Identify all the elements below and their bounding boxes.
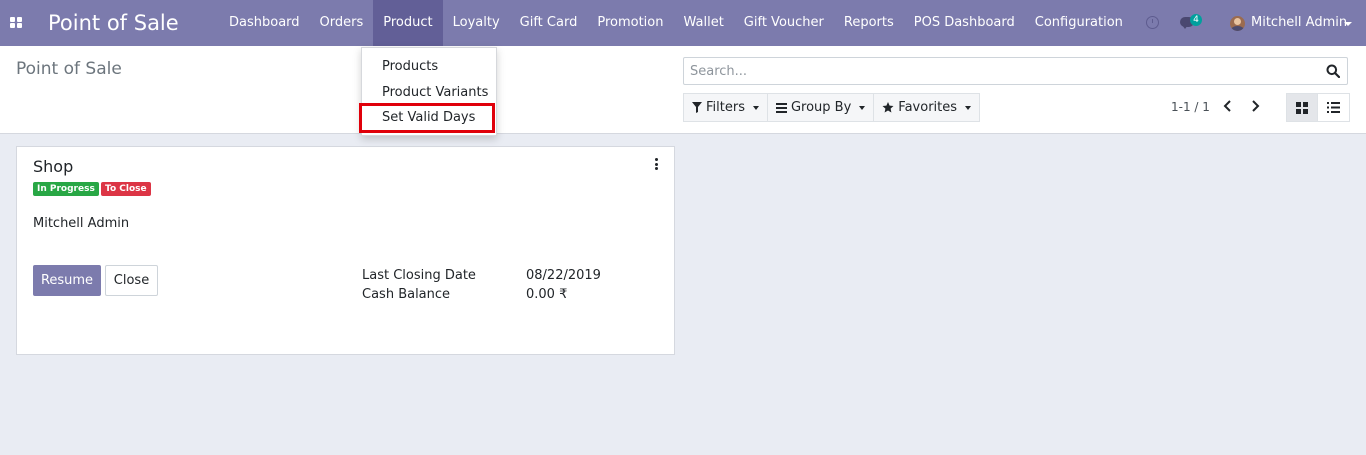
close-button[interactable]: Close: [105, 265, 158, 296]
caret-down-icon: [859, 105, 866, 110]
filters-button[interactable]: Filters: [683, 93, 768, 122]
clock-icon[interactable]: [1146, 16, 1159, 29]
menu-reports[interactable]: Reports: [834, 0, 904, 46]
breadcrumb: Point of Sale: [16, 59, 122, 79]
menu-promotion[interactable]: Promotion: [587, 0, 673, 46]
pager-value[interactable]: 1-1 / 1: [1171, 100, 1210, 114]
menu-item-product-variants[interactable]: Product Variants: [382, 85, 488, 100]
caret-down-icon: [752, 105, 759, 110]
pos-config-card: Shop In Progress To Close Mitchell Admin…: [16, 146, 675, 355]
chevron-left-icon[interactable]: [1222, 99, 1234, 113]
group-by-label: Group By: [790, 100, 852, 115]
search-options: Filters Group By Favorites: [683, 93, 981, 122]
top-navbar: Point of Sale Dashboard Orders Product L…: [0, 0, 1366, 46]
kanban-view-icon: [1296, 101, 1308, 114]
user-name[interactable]: Mitchell Admin: [1251, 15, 1347, 30]
last-closing-date-label: Last Closing Date: [362, 268, 476, 283]
kebab-menu-icon[interactable]: [654, 158, 658, 170]
app-title[interactable]: Point of Sale: [48, 10, 179, 36]
cash-balance-label: Cash Balance: [362, 287, 451, 302]
list-view-icon: [1327, 102, 1340, 113]
main-menu: Dashboard Orders Product Loyalty Gift Ca…: [219, 0, 1133, 46]
status-badge-in-progress: In Progress: [33, 182, 99, 196]
favorites-label: Favorites: [898, 100, 958, 115]
group-by-icon: [775, 102, 787, 113]
group-by-button[interactable]: Group By: [767, 93, 875, 122]
search-input[interactable]: [684, 58, 1326, 84]
filters-label: Filters: [706, 100, 745, 115]
cash-balance-value: 0.00 ₹: [526, 287, 568, 302]
apps-icon[interactable]: [10, 17, 23, 29]
favorites-button[interactable]: Favorites: [874, 93, 981, 122]
status-badge-to-close: To Close: [101, 182, 151, 196]
responsible-user: Mitchell Admin: [33, 216, 130, 231]
card-title[interactable]: Shop: [33, 157, 73, 176]
menu-gift-card[interactable]: Gift Card: [510, 0, 588, 46]
menu-loyalty[interactable]: Loyalty: [443, 0, 510, 46]
control-panel: Point of Sale Filters Group By Favorites…: [0, 46, 1366, 134]
chevron-right-icon[interactable]: [1249, 99, 1261, 113]
list-view-button[interactable]: [1318, 93, 1350, 122]
view-switcher: [1286, 93, 1350, 122]
menu-dashboard[interactable]: Dashboard: [219, 0, 310, 46]
avatar[interactable]: [1230, 16, 1245, 31]
filter-icon: [692, 102, 702, 113]
chat-count-badge: 4: [1190, 14, 1202, 26]
caret-down-icon: [965, 105, 972, 110]
search-box: [683, 57, 1348, 85]
menu-configuration[interactable]: Configuration: [1025, 0, 1133, 46]
menu-orders[interactable]: Orders: [310, 0, 374, 46]
last-closing-date-value: 08/22/2019: [526, 268, 601, 283]
resume-button[interactable]: Resume: [33, 265, 101, 296]
search-icon[interactable]: [1326, 64, 1340, 78]
chevron-down-icon[interactable]: [1344, 22, 1352, 26]
menu-pos-dashboard[interactable]: POS Dashboard: [904, 0, 1025, 46]
menu-gift-voucher[interactable]: Gift Voucher: [734, 0, 834, 46]
menu-wallet[interactable]: Wallet: [673, 0, 733, 46]
star-icon: [882, 102, 894, 113]
menu-item-products[interactable]: Products: [382, 59, 438, 74]
kanban-view-button[interactable]: [1286, 93, 1318, 122]
menu-product[interactable]: Product: [373, 0, 443, 46]
highlight-box: [359, 103, 495, 133]
